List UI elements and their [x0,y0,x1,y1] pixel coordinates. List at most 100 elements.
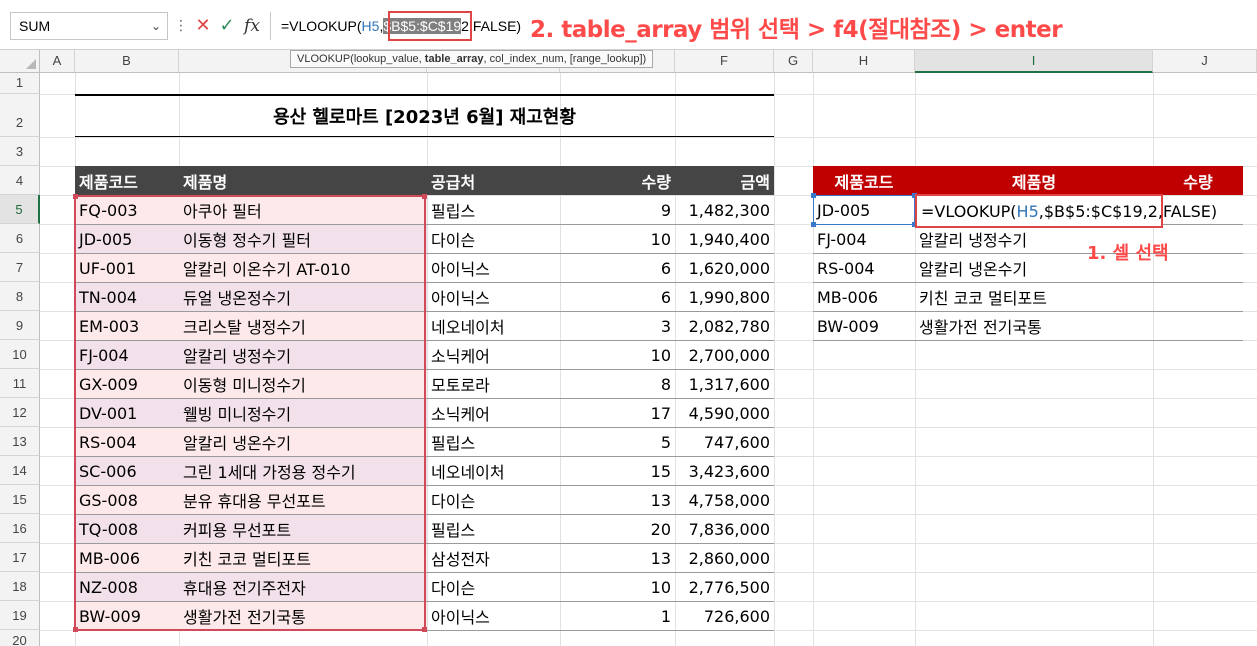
row-header-4[interactable]: 4 [0,166,40,195]
lookup-name-cell[interactable]: 생활가전 전기국통 [915,312,1153,340]
cell-quantity[interactable]: 3 [560,312,675,340]
cell-quantity[interactable]: 15 [560,457,675,485]
lookup-code-cell[interactable]: MB-006 [813,283,915,311]
lookup-code-cell[interactable]: FJ-004 [813,225,915,253]
cell-supplier[interactable]: 아이닉스 [427,283,560,311]
cell-amount[interactable]: 2,776,500 [675,573,774,601]
cell-product-name[interactable]: 웰빙 미니정수기 [179,399,427,427]
cell-supplier[interactable]: 삼성전자 [427,544,560,572]
cell-amount[interactable]: 2,700,000 [675,341,774,369]
name-box[interactable]: SUM ⌄ [10,12,168,40]
cell-product-code[interactable]: DV-001 [75,399,179,427]
cell-quantity[interactable]: 8 [560,370,675,398]
cell-supplier[interactable]: 필립스 [427,196,560,224]
cell-product-name[interactable]: 듀얼 냉온정수기 [179,283,427,311]
chevron-down-icon[interactable]: ⌄ [151,13,161,39]
header-supplier[interactable]: 공급처 [427,166,560,195]
row-header-9[interactable]: 9 [0,311,40,340]
lookup-name-cell[interactable]: 키친 코코 멀티포트 [915,283,1153,311]
row-header-11[interactable]: 11 [0,369,40,398]
cell-quantity[interactable]: 5 [560,428,675,456]
cell-amount[interactable]: 2,860,000 [675,544,774,572]
row-header-1[interactable]: 1 [0,73,40,94]
header-product-name[interactable]: 제품명 [179,166,427,195]
cell-product-code[interactable]: RS-004 [75,428,179,456]
cell-product-code[interactable]: EM-003 [75,312,179,340]
enter-icon[interactable]: ✓ [216,14,238,38]
cell-amount[interactable]: 1,620,000 [675,254,774,282]
cell-product-name[interactable]: 알칼리 이온수기 AT-010 [179,254,427,282]
cell-supplier[interactable]: 다이슨 [427,225,560,253]
cell-supplier[interactable]: 필립스 [427,515,560,543]
cell-product-code[interactable]: TN-004 [75,283,179,311]
cell-supplier[interactable]: 다이슨 [427,486,560,514]
column-header-f[interactable]: F [675,50,774,73]
cell-product-name[interactable]: 크리스탈 냉정수기 [179,312,427,340]
cell-quantity[interactable]: 1 [560,602,675,630]
cell-amount[interactable]: 3,423,600 [675,457,774,485]
cell-supplier[interactable]: 모토로라 [427,370,560,398]
cell-quantity[interactable]: 17 [560,399,675,427]
cell-supplier[interactable]: 아이닉스 [427,602,560,630]
cell-supplier[interactable]: 네오네이처 [427,457,560,485]
lookup-header-code[interactable]: 제품코드 [813,166,915,195]
row-header-6[interactable]: 6 [0,224,40,253]
cell-quantity[interactable]: 9 [560,196,675,224]
cell-quantity[interactable]: 6 [560,254,675,282]
cell-product-name[interactable]: 생활가전 전기국통 [179,602,427,630]
cell-amount[interactable]: 1,990,800 [675,283,774,311]
cell-product-name[interactable]: 이동형 정수기 필터 [179,225,427,253]
more-options-icon[interactable]: ⋮ [174,14,188,38]
row-header-2[interactable]: 2 [0,94,40,137]
column-header-i[interactable]: I [915,50,1153,73]
cell-supplier[interactable]: 소닉케어 [427,399,560,427]
cell-amount[interactable]: 1,482,300 [675,196,774,224]
cell-amount[interactable]: 7,836,000 [675,515,774,543]
cell-quantity[interactable]: 13 [560,486,675,514]
cell-product-code[interactable]: JD-005 [75,225,179,253]
cell-supplier[interactable]: 소닉케어 [427,341,560,369]
lookup-code-cell[interactable]: JD-005 [813,196,915,224]
cell-quantity[interactable]: 10 [560,573,675,601]
column-header-j[interactable]: J [1153,50,1257,73]
cell-product-name[interactable]: 이동형 미니정수기 [179,370,427,398]
cell-product-name[interactable]: 커피용 무선포트 [179,515,427,543]
cell-product-code[interactable]: UF-001 [75,254,179,282]
cell-product-code[interactable]: FJ-004 [75,341,179,369]
cell-product-code[interactable]: SC-006 [75,457,179,485]
lookup-code-cell[interactable]: BW-009 [813,312,915,340]
cell-product-name[interactable]: 알칼리 냉정수기 [179,341,427,369]
cell-supplier[interactable]: 아이닉스 [427,254,560,282]
header-quantity[interactable]: 수량 [560,166,675,195]
cell-product-code[interactable]: NZ-008 [75,573,179,601]
cell-product-name[interactable]: 알칼리 냉온수기 [179,428,427,456]
select-all-corner[interactable] [0,50,40,73]
lookup-code-cell[interactable]: RS-004 [813,254,915,282]
cell-amount[interactable]: 1,317,600 [675,370,774,398]
cell-quantity[interactable]: 13 [560,544,675,572]
cell-supplier[interactable]: 네오네이처 [427,312,560,340]
row-header-5[interactable]: 5 [0,195,40,224]
header-product-code[interactable]: 제품코드 [75,166,179,195]
row-header-17[interactable]: 17 [0,543,40,572]
formula-edit-cell[interactable]: =VLOOKUP(H5 ,$B$5:$C$19, 2,FALSE) [915,194,1217,228]
cell-product-code[interactable]: FQ-003 [75,196,179,224]
column-header-a[interactable]: A [40,50,75,73]
row-header-14[interactable]: 14 [0,456,40,485]
column-header-g[interactable]: G [774,50,813,73]
cell-product-name[interactable]: 그린 1세대 가정용 정수기 [179,457,427,485]
row-header-16[interactable]: 16 [0,514,40,543]
row-header-10[interactable]: 10 [0,340,40,369]
cell-amount[interactable]: 2,082,780 [675,312,774,340]
row-header-18[interactable]: 18 [0,572,40,601]
cell-product-name[interactable]: 키친 코코 멀티포트 [179,544,427,572]
cell-product-code[interactable]: MB-006 [75,544,179,572]
cell-quantity[interactable]: 20 [560,515,675,543]
cell-product-name[interactable]: 아쿠아 필터 [179,196,427,224]
header-amount[interactable]: 금액 [675,166,774,195]
cell-product-name[interactable]: 분유 휴대용 무선포트 [179,486,427,514]
row-header-3[interactable]: 3 [0,137,40,166]
cell-product-code[interactable]: GS-008 [75,486,179,514]
cell-supplier[interactable]: 필립스 [427,428,560,456]
cell-amount[interactable]: 4,758,000 [675,486,774,514]
